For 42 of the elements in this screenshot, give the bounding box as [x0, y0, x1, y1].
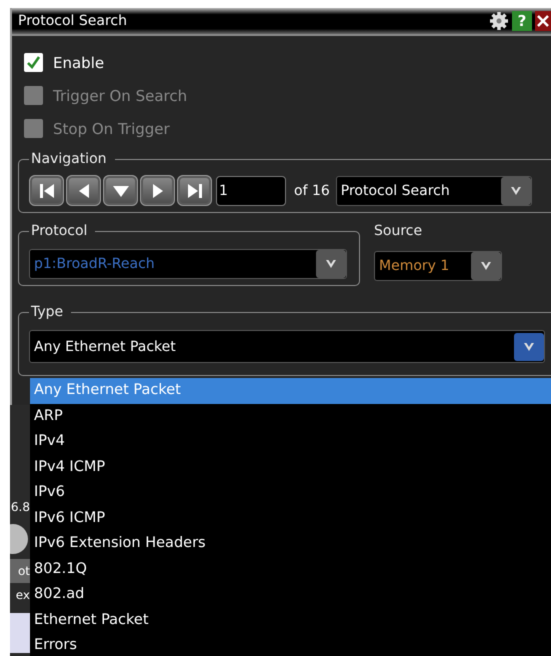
- settings-icon: [489, 11, 509, 31]
- index-field[interactable]: 1: [216, 176, 286, 206]
- group-label: Type: [30, 304, 64, 320]
- dropdown-option[interactable]: ARP: [30, 404, 551, 429]
- last-button[interactable]: [177, 175, 212, 206]
- close-icon: [537, 15, 549, 27]
- dropdown-option[interactable]: IPv6 ICMP: [30, 506, 551, 531]
- checkbox-label: Enable: [53, 54, 104, 72]
- dropdown-option[interactable]: IPv4: [30, 429, 551, 454]
- check-icon: [26, 55, 41, 70]
- group-label: Navigation: [30, 151, 108, 167]
- close-button[interactable]: [535, 11, 551, 31]
- previous-button[interactable]: [66, 175, 101, 206]
- type-dropdown[interactable]: Any Ethernet Packet: [29, 330, 545, 363]
- checkbox[interactable]: [24, 53, 43, 72]
- dropdown-option[interactable]: Errors: [30, 633, 551, 656]
- dropdown-option[interactable]: IPv4 ICMP: [30, 454, 551, 480]
- dropdown-button[interactable]: [500, 176, 531, 204]
- dropdown-button[interactable]: [514, 332, 544, 360]
- count-label: of 16: [294, 182, 330, 198]
- protocol-dropdown[interactable]: p1:BroadR-Reach: [29, 249, 347, 279]
- down-button[interactable]: [103, 175, 138, 206]
- background-text: 6.8: [10, 499, 30, 516]
- help-button[interactable]: ?: [512, 11, 532, 31]
- settings-button[interactable]: [489, 11, 509, 31]
- source-dropdown[interactable]: Memory 1: [374, 251, 502, 281]
- first-button[interactable]: [29, 175, 64, 206]
- dropdown-option[interactable]: Any Ethernet Packet: [30, 378, 551, 404]
- source-label: Source: [374, 223, 424, 239]
- dropdown-option[interactable]: IPv6 Extension Headers: [30, 531, 551, 556]
- checkbox-label: Stop On Trigger: [53, 120, 170, 138]
- next-button[interactable]: [140, 175, 175, 206]
- dropdown-option[interactable]: 802.ad: [30, 582, 551, 608]
- background-text: ex: [14, 587, 30, 604]
- group-label: Protocol: [30, 223, 88, 239]
- dropdown-option[interactable]: 802.1Q: [30, 556, 551, 582]
- dropdown-option[interactable]: Ethernet Packet: [30, 608, 551, 633]
- checkbox-label: Trigger On Search: [53, 86, 188, 104]
- dropdown-option[interactable]: IPv6: [30, 480, 551, 506]
- window-title: Protocol Search: [18, 13, 128, 29]
- mode-dropdown[interactable]: Protocol Search: [336, 176, 532, 206]
- background-text: ot: [10, 559, 30, 583]
